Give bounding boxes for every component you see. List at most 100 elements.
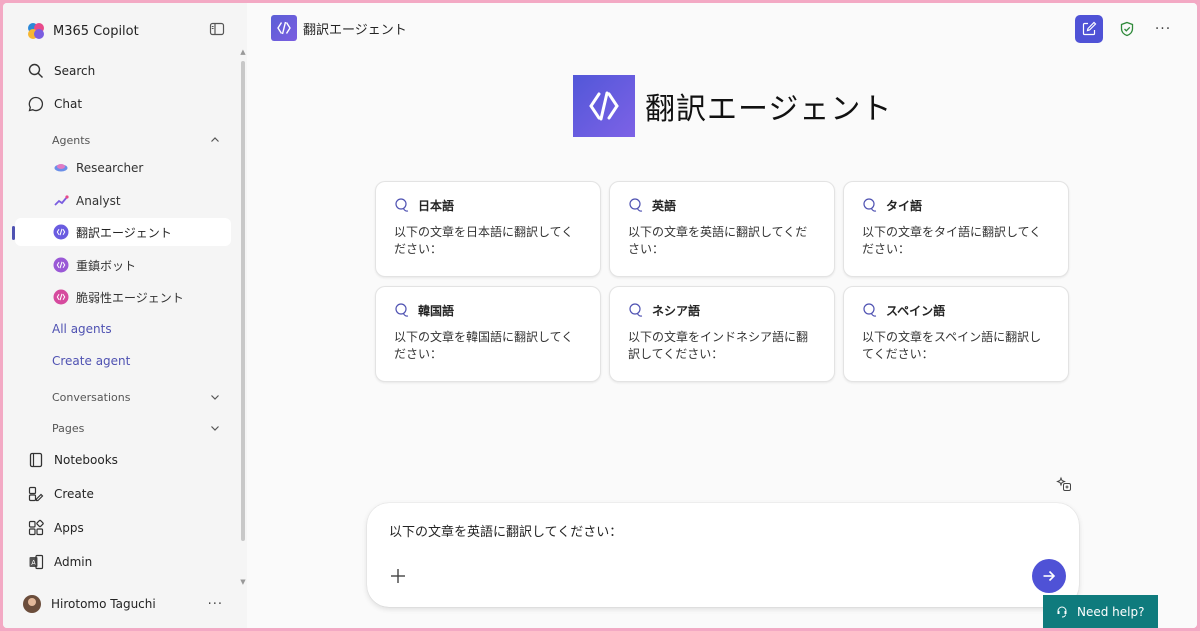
chevron-down-icon [211, 426, 219, 431]
translation-agent-icon [573, 75, 635, 137]
researcher-icon [54, 164, 68, 172]
prompt-title: タイ語 [886, 198, 923, 213]
sidebar: M365 Copilot Search Chat Agents Research… [3, 3, 247, 628]
more-options-button[interactable]: ··· [1149, 15, 1177, 43]
create-icon [28, 486, 44, 502]
sidebar-item-label: Apps [54, 521, 84, 535]
prompt-text: 以下の文章をスペイン語に翻訳してください： [862, 330, 1042, 361]
chat-bubbles-icon [863, 198, 877, 212]
chat-bubbles-icon [629, 198, 643, 212]
message-composer [367, 503, 1079, 607]
admin-icon: A [29, 554, 44, 570]
user-more-icon[interactable]: ··· [208, 597, 223, 612]
apps-icon [28, 519, 44, 536]
help-headset-icon [1057, 606, 1067, 618]
chat-bubbles-icon [395, 303, 409, 317]
agents-heading: Agents [52, 133, 91, 147]
sidebar-agent-label: 脆弱性エージェント [76, 290, 184, 305]
user-name: Hirotomo Taguchi [51, 597, 156, 611]
compose-icon [1082, 21, 1097, 36]
send-button[interactable] [1032, 559, 1066, 593]
pages-section-header[interactable]: Pages [52, 419, 220, 437]
sidebar-agent-label: 重鎮ボット [76, 258, 137, 273]
sidebar-agent-bot[interactable]: 重鎮ボット [15, 251, 231, 279]
create-agent-link[interactable]: Create agent [52, 354, 130, 368]
topbar-title: 翻訳エージェント [303, 22, 407, 38]
prompt-suggestions-icon[interactable] [1055, 475, 1073, 493]
notebook-icon [29, 452, 43, 468]
prompt-card-korean[interactable]: 韓国語 以下の文章を韓国語に翻訳してください： [375, 286, 601, 382]
search-icon [28, 63, 43, 78]
prompt-card-indonesian[interactable]: ネシア語 以下の文章をインドネシア語に翻訳してください： [609, 286, 835, 382]
sidebar-agent-label: Analyst [76, 194, 121, 208]
topbar-actions: ··· [1075, 15, 1177, 43]
sidebar-agent-label: 翻訳エージェント [76, 225, 172, 240]
need-help-button[interactable]: Need help? [1043, 595, 1158, 628]
scroll-up-icon[interactable]: ▲ [239, 49, 247, 56]
all-agents-link[interactable]: All agents [52, 322, 112, 336]
bot-icon [53, 257, 69, 273]
prompt-card-thai[interactable]: タイ語 以下の文章をタイ語に翻訳してください： [843, 181, 1069, 277]
sidebar-item-apps[interactable]: Apps [27, 516, 84, 540]
prompt-card-japanese[interactable]: 日本語 以下の文章を日本語に翻訳してください： [375, 181, 601, 277]
sidebar-item-create[interactable]: Create [27, 482, 94, 506]
chat-bubbles-icon [395, 198, 409, 212]
sidebar-agent-analyst[interactable]: Analyst [15, 187, 231, 215]
sidebar-item-search[interactable]: Search [27, 59, 95, 83]
sidebar-scrollbar[interactable] [241, 61, 245, 541]
sidebar-toggle-icon[interactable] [209, 21, 225, 37]
chevron-down-icon [211, 395, 219, 400]
sidebar-agent-researcher[interactable]: Researcher [15, 154, 231, 182]
sidebar-agent-label: Researcher [76, 161, 144, 175]
user-profile[interactable]: Hirotomo Taguchi ··· [23, 593, 223, 615]
message-input[interactable] [389, 519, 1049, 541]
prompt-text: 以下の文章を韓国語に翻訳してください： [394, 330, 574, 361]
sidebar-agent-vulnerability[interactable]: 脆弱性エージェント [15, 283, 231, 311]
prompt-title: ネシア語 [652, 303, 701, 318]
agents-section-header[interactable]: Agents [52, 131, 220, 149]
prompt-text: 以下の文章を日本語に翻訳してください： [394, 225, 574, 256]
new-chat-button[interactable] [1075, 15, 1103, 43]
sidebar-item-notebooks[interactable]: Notebooks [27, 448, 118, 472]
chat-icon [28, 96, 44, 112]
chat-bubbles-icon [629, 303, 643, 317]
vulnerability-agent-icon [53, 289, 69, 305]
topbar-agent[interactable]: 翻訳エージェント [271, 15, 407, 41]
conversations-heading: Conversations [52, 390, 131, 404]
sidebar-item-label: Create [54, 487, 94, 501]
sidebar-item-label: Search [54, 64, 96, 78]
need-help-label: Need help? [1077, 605, 1145, 619]
arrow-right-icon [1043, 570, 1056, 582]
prompt-text: 以下の文章をタイ語に翻訳してください： [862, 225, 1042, 256]
chat-bubbles-icon [863, 303, 877, 317]
main-panel: 翻訳エージェント ··· 翻訳エージェント 日本語 以下の文章を日本語に翻訳して… [247, 3, 1197, 628]
prompt-title: 日本語 [418, 198, 455, 213]
shield-check-icon [1120, 21, 1134, 37]
pages-heading: Pages [52, 421, 85, 435]
conversations-section-header[interactable]: Conversations [52, 388, 220, 406]
copilot-logo-icon [28, 23, 44, 39]
prompt-card-english[interactable]: 英語 以下の文章を英語に翻訳してください： [609, 181, 835, 277]
add-attachment-icon[interactable] [389, 567, 407, 585]
sidebar-item-admin[interactable]: A Admin [27, 550, 92, 574]
prompt-text: 以下の文章をインドネシア語に翻訳してください： [628, 330, 809, 361]
sidebar-item-label: Admin [54, 555, 93, 569]
sidebar-item-label: Notebooks [54, 453, 118, 467]
agent-hero: 翻訳エージェント [573, 75, 892, 137]
chevron-up-icon [211, 137, 219, 142]
avatar [23, 595, 41, 613]
scroll-down-icon[interactable]: ▼ [239, 579, 247, 586]
translation-agent-icon [271, 15, 297, 41]
prompt-title: スペイン語 [886, 303, 946, 318]
app-window: M365 Copilot Search Chat Agents Research… [3, 3, 1197, 628]
translation-agent-icon [53, 224, 69, 240]
analyst-icon [54, 195, 69, 206]
prompt-title: 韓国語 [418, 303, 455, 318]
sidebar-agent-translation[interactable]: 翻訳エージェント [15, 218, 231, 246]
prompt-card-spanish[interactable]: スペイン語 以下の文章をスペイン語に翻訳してください： [843, 286, 1069, 382]
sidebar-item-chat[interactable]: Chat [27, 92, 82, 116]
security-shield-button[interactable] [1113, 15, 1141, 43]
brand[interactable]: M365 Copilot [27, 21, 139, 41]
prompt-text: 以下の文章を英語に翻訳してください： [628, 225, 808, 256]
prompt-title: 英語 [652, 198, 677, 213]
